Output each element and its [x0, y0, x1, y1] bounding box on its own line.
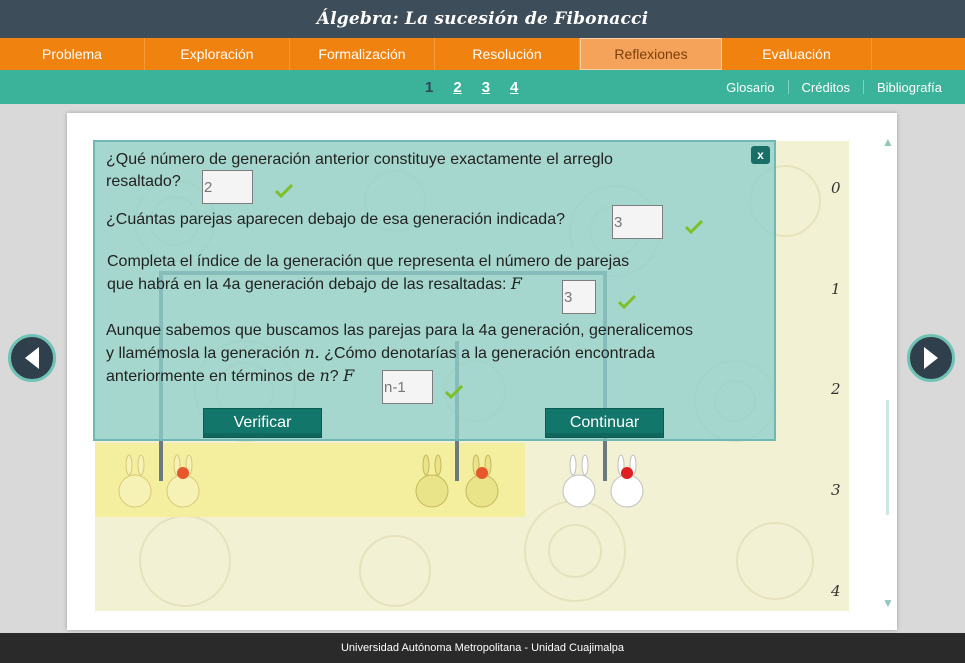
page-3-link[interactable]: 3 — [482, 79, 490, 96]
footer-text: Universidad Autónoma Metropolitana - Uni… — [340, 642, 625, 654]
generation-label: 3 — [831, 481, 841, 499]
app-title: Álgebra: La sucesión de Fibonacci — [316, 9, 649, 29]
page-1-link[interactable]: 1 — [425, 79, 433, 96]
question-4-line-2-pre: y llamémosla la generación — [106, 345, 305, 362]
question-3-line-1: Completa el índice de la generación que … — [107, 253, 630, 270]
tab-problema[interactable]: Problema — [0, 38, 145, 70]
page-pagination: 1 2 3 4 — [425, 70, 518, 104]
sub-nav: 1 2 3 4 Glosario Créditos Bibliografía — [0, 70, 965, 104]
question-4-line-3: anteriormente en términos de n? F — [106, 365, 766, 388]
close-button[interactable]: x — [751, 146, 770, 164]
rabbit-pair-icon — [562, 454, 644, 508]
rabbit-pair-icon — [118, 454, 200, 508]
arrow-right-icon — [924, 347, 938, 369]
variable-n: n. — [304, 343, 320, 362]
generation-label: 4 — [831, 582, 841, 600]
tab-formalizacion[interactable]: Formalización — [290, 38, 435, 70]
question-4-text: Aunque sabemos que buscamos las parejas … — [106, 320, 766, 388]
scrollbar-thumb[interactable] — [886, 400, 889, 515]
question-4-line-3-post: ? — [329, 368, 339, 385]
fibonacci-symbol: F — [510, 274, 522, 293]
generation-label: 2 — [831, 380, 841, 398]
question-3-line-2-text: que habrá en la 4a generación debajo de … — [107, 276, 507, 293]
main-nav: Problema Exploración Formalización Resol… — [0, 38, 965, 70]
question-4-line-2-post: ¿Cómo denotarías a la generación encontr… — [319, 345, 656, 362]
continue-button[interactable]: Continuar — [545, 408, 664, 438]
glosario-link[interactable]: Glosario — [713, 80, 787, 95]
scroll-up-arrow-icon[interactable]: ▲ — [882, 136, 894, 148]
question-4-line-2: y llamémosla la generación n. ¿Cómo deno… — [106, 342, 766, 365]
question-2-text: ¿Cuántas parejas aparecen debajo de esa … — [106, 211, 565, 228]
prev-arrow-button[interactable] — [8, 334, 56, 382]
creditos-link[interactable]: Créditos — [789, 80, 863, 95]
fibonacci-symbol: F — [343, 366, 355, 385]
check-icon — [685, 220, 703, 234]
arrow-left-icon — [25, 347, 39, 369]
check-icon — [445, 385, 463, 399]
next-arrow-button[interactable] — [907, 334, 955, 382]
check-icon — [275, 184, 293, 198]
footer: Universidad Autónoma Metropolitana - Uni… — [0, 633, 965, 663]
generation-label: 1 — [831, 280, 841, 298]
answer-3-input[interactable]: 3 — [562, 280, 596, 314]
tab-resolucion[interactable]: Resolución — [435, 38, 580, 70]
generation-label: 0 — [831, 179, 841, 197]
tab-evaluacion[interactable]: Evaluación — [722, 38, 872, 70]
rabbit-pair-icon — [415, 454, 499, 508]
resource-links: Glosario Créditos Bibliografía — [713, 70, 955, 104]
verify-button[interactable]: Verificar — [203, 408, 322, 438]
variable-n: n — [319, 366, 330, 385]
question-3-line-2: que habrá en la 4a generación debajo de … — [107, 273, 707, 296]
quiz-dialog: x ¿Qué número de generación anterior con… — [93, 140, 776, 441]
answer-1-input[interactable]: 2 — [202, 170, 253, 204]
question-1-text: ¿Qué número de generación anterior const… — [106, 151, 613, 190]
bibliografia-link[interactable]: Bibliografía — [864, 80, 955, 95]
answer-4-input[interactable]: n-1 — [382, 370, 433, 404]
page-2-link[interactable]: 2 — [453, 79, 461, 96]
question-3-text: Completa el índice de la generación que … — [107, 251, 707, 296]
scroll-down-arrow-icon[interactable]: ▼ — [882, 597, 894, 609]
question-4-line-3-pre: anteriormente en términos de — [106, 368, 320, 385]
answer-2-input[interactable]: 3 — [612, 205, 663, 239]
tab-exploracion[interactable]: Exploración — [145, 38, 290, 70]
question-4-line-1: Aunque sabemos que buscamos las parejas … — [106, 322, 694, 339]
check-icon — [618, 295, 636, 309]
title-bar: Álgebra: La sucesión de Fibonacci — [0, 0, 965, 38]
tab-reflexiones[interactable]: Reflexiones — [580, 38, 722, 70]
page-4-link[interactable]: 4 — [510, 79, 518, 96]
